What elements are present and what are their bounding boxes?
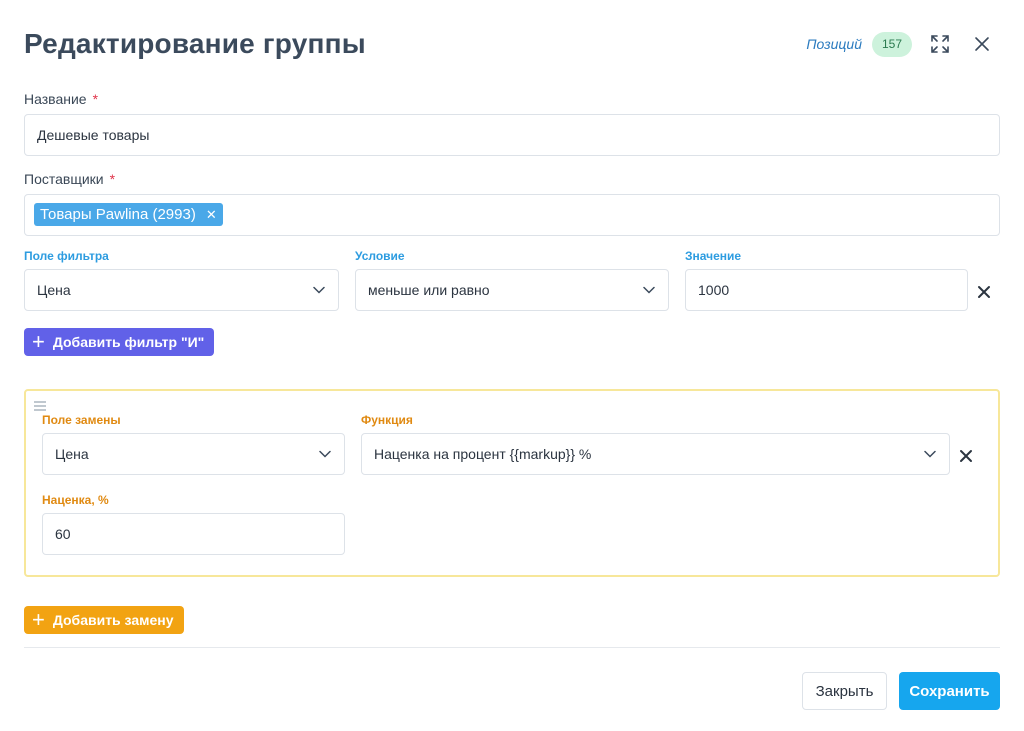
save-button[interactable]: Сохранить xyxy=(899,672,1000,710)
remove-filter-button[interactable] xyxy=(974,282,994,302)
remove-icon xyxy=(978,286,990,298)
add-and-filter-button[interactable]: + Добавить фильтр "И" xyxy=(24,328,215,356)
positions-count-badge: 157 xyxy=(872,32,912,57)
remove-replacement-button[interactable] xyxy=(956,446,976,466)
edit-group-dialog: Редактирование группы Позиций 157 Назван… xyxy=(0,0,1024,731)
chevron-down-icon xyxy=(312,283,326,297)
markup-label: Наценка, % xyxy=(42,493,109,507)
markup-input[interactable]: 60 xyxy=(42,513,345,555)
condition-value: меньше или равно xyxy=(368,282,490,298)
suppliers-label: Поставщики * xyxy=(24,171,116,187)
function-label: Функция xyxy=(361,413,413,427)
required-mark: * xyxy=(92,91,99,107)
function-select[interactable]: Наценка на процент {{markup}} % xyxy=(361,433,950,475)
close-button[interactable]: Закрыть xyxy=(802,672,887,710)
value-label: Значение xyxy=(685,249,742,263)
supplier-tag: Товары Pawlina (2993) ✕ xyxy=(34,203,223,226)
chevron-down-icon xyxy=(318,447,332,461)
replace-field-label: Поле замены xyxy=(42,413,121,427)
remove-icon xyxy=(960,450,972,462)
supplier-tag-label: Товары Pawlina (2993) xyxy=(40,206,196,223)
close-dialog-button[interactable] xyxy=(970,32,994,56)
add-replacement-button[interactable]: + Добавить замену xyxy=(24,606,184,634)
close-icon xyxy=(975,37,989,51)
dialog-header: Редактирование группы Позиций 157 xyxy=(24,26,1000,66)
required-mark: * xyxy=(109,171,116,187)
filter-value-input[interactable]: 1000 xyxy=(685,269,968,311)
plus-icon: + xyxy=(32,607,45,632)
footer-divider xyxy=(24,647,1000,648)
replace-field-value: Цена xyxy=(55,446,89,462)
positions-label: Позиций xyxy=(806,36,862,52)
drag-handle-icon[interactable] xyxy=(33,398,47,411)
filter-field-value: Цена xyxy=(37,282,71,298)
condition-select[interactable]: меньше или равно xyxy=(355,269,669,311)
remove-tag-icon[interactable]: ✕ xyxy=(206,207,217,223)
chevron-down-icon xyxy=(923,447,937,461)
name-label: Название * xyxy=(24,91,99,107)
chevron-down-icon xyxy=(642,283,656,297)
expand-icon xyxy=(931,35,949,53)
replace-field-select[interactable]: Цена xyxy=(42,433,345,475)
function-value: Наценка на процент {{markup}} % xyxy=(374,446,592,462)
dialog-title: Редактирование группы xyxy=(24,28,366,59)
filter-field-label: Поле фильтра xyxy=(24,249,109,263)
name-input[interactable]: Дешевые товары xyxy=(24,114,1000,156)
filter-field-select[interactable]: Цена xyxy=(24,269,339,311)
expand-button[interactable] xyxy=(928,32,952,56)
condition-label: Условие xyxy=(355,249,405,263)
plus-icon: + xyxy=(32,329,45,354)
